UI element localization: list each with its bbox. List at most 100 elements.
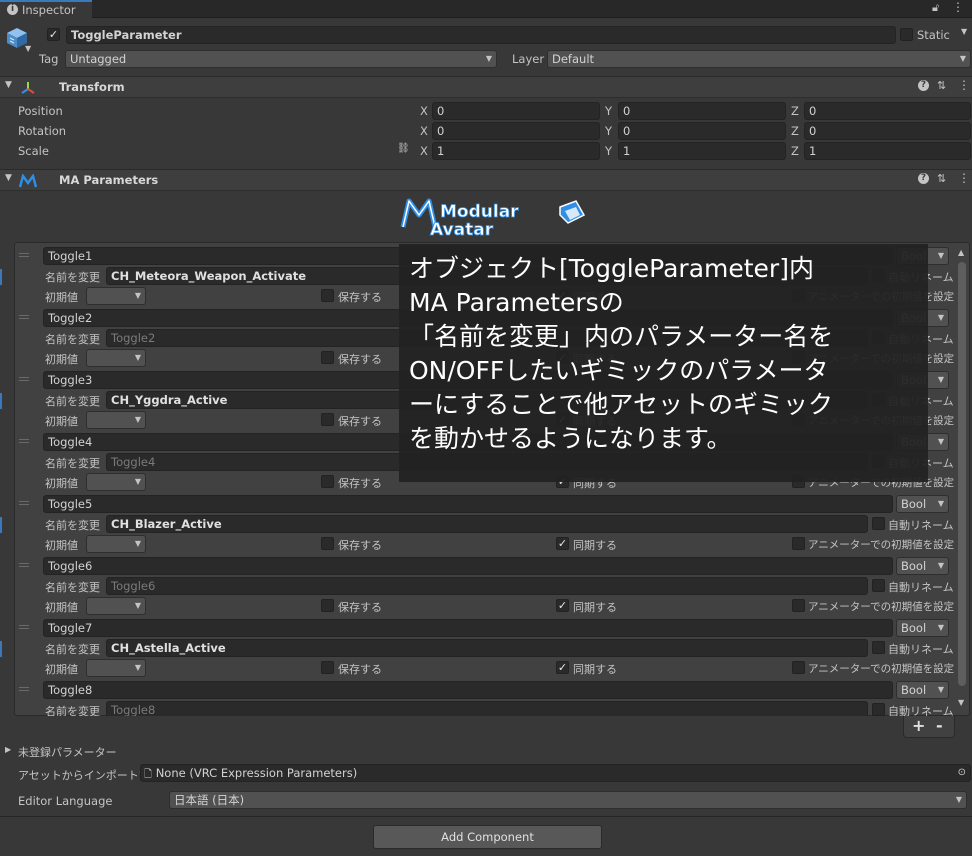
initial-value-dropdown[interactable]: ▼: [86, 659, 146, 677]
scale-x-field[interactable]: 1: [432, 142, 600, 160]
rename-field[interactable]: Toggle8: [106, 701, 868, 716]
component-menu-icon[interactable]: ⋮: [958, 171, 970, 185]
rename-field[interactable]: CH_Blazer_Active: [106, 515, 868, 533]
auto-rename-checkbox[interactable]: [872, 641, 885, 654]
saved-checkbox[interactable]: [321, 413, 334, 426]
saved-checkbox[interactable]: [321, 289, 334, 302]
modular-avatar-icon: [18, 173, 38, 188]
parameter-name-field[interactable]: Toggle7: [43, 619, 893, 637]
rotation-x-field[interactable]: 0: [432, 122, 600, 140]
rename-field[interactable]: CH_Astella_Active: [106, 639, 868, 657]
axis-y-label[interactable]: Y: [605, 104, 612, 118]
rename-field[interactable]: Toggle6: [106, 577, 868, 595]
synced-checkbox[interactable]: ✓: [556, 661, 569, 674]
parameter-type-dropdown[interactable]: Bool▼: [896, 495, 949, 513]
auto-rename-checkbox[interactable]: [872, 517, 885, 530]
parameter-name-field[interactable]: Toggle5: [43, 495, 893, 513]
language-dropdown[interactable]: 日本語 (日本) ▼: [169, 791, 967, 809]
axis-x-label[interactable]: X: [420, 144, 428, 158]
saved-checkbox[interactable]: [321, 661, 334, 674]
scale-z-field[interactable]: 1: [804, 142, 971, 160]
icon-dropdown-arrow[interactable]: ▼: [25, 44, 31, 53]
parameter-type-dropdown[interactable]: Bool▼: [896, 619, 949, 637]
active-checkbox[interactable]: ✓: [47, 28, 60, 41]
object-picker-icon[interactable]: ⊙: [958, 765, 966, 781]
layer-dropdown[interactable]: Default ▼: [547, 50, 971, 68]
animator-default-checkbox[interactable]: [792, 599, 805, 612]
drag-handle-icon[interactable]: [19, 253, 29, 257]
rotation-z-field[interactable]: 0: [804, 122, 971, 140]
constrain-proportions-icon[interactable]: ⛓︎: [397, 143, 410, 154]
transform-title: Transform: [59, 80, 125, 94]
foldout-arrow-icon[interactable]: ▶: [5, 745, 11, 754]
initial-value-dropdown[interactable]: ▼: [86, 473, 146, 491]
auto-rename-checkbox[interactable]: [872, 703, 885, 716]
parameter-type-dropdown[interactable]: Bool▼: [896, 557, 949, 575]
animator-default-checkbox[interactable]: [792, 537, 805, 550]
synced-checkbox[interactable]: ✓: [556, 599, 569, 612]
foldout-arrow-icon[interactable]: ▼: [5, 173, 12, 183]
drag-handle-icon[interactable]: [19, 439, 29, 443]
help-icon[interactable]: ?: [918, 80, 929, 91]
axis-y-label[interactable]: Y: [605, 144, 612, 158]
object-name-field[interactable]: ToggleParameter: [66, 26, 896, 44]
drag-handle-icon[interactable]: [19, 625, 29, 629]
axis-x-label[interactable]: X: [420, 124, 428, 138]
import-object-field[interactable]: 🗋︎ None (VRC Expression Parameters) ⊙: [140, 764, 971, 782]
saved-checkbox[interactable]: [321, 475, 334, 488]
preset-icon[interactable]: ⇅: [937, 172, 946, 185]
component-menu-icon[interactable]: ⋮: [958, 78, 970, 92]
lock-icon[interactable]: 🔓︎: [932, 1, 939, 15]
initial-value-label: 初期値: [45, 291, 78, 304]
auto-rename-label: 自動リネーム: [888, 643, 954, 656]
ma-parameters-title: MA Parameters: [59, 173, 159, 187]
add-component-button[interactable]: Add Component: [373, 825, 602, 849]
remove-parameter-button[interactable]: -: [936, 716, 943, 735]
static-dropdown-arrow[interactable]: ▼: [961, 27, 967, 36]
help-icon[interactable]: ?: [918, 173, 929, 184]
initial-value-dropdown[interactable]: ▼: [86, 287, 146, 305]
ma-parameters-header[interactable]: ▼ MA Parameters ? ⇅ ⋮: [0, 169, 972, 191]
drag-handle-icon[interactable]: [19, 501, 29, 505]
unregistered-params-foldout[interactable]: 未登録パラメーター: [18, 744, 117, 760]
drag-handle-icon[interactable]: [19, 563, 29, 567]
saved-checkbox[interactable]: [321, 351, 334, 364]
add-parameter-button[interactable]: +: [912, 716, 925, 735]
kebab-menu-icon[interactable]: ⋮: [952, 0, 964, 14]
axis-z-label[interactable]: Z: [791, 104, 799, 118]
animator-default-checkbox[interactable]: [792, 661, 805, 674]
saved-checkbox[interactable]: [321, 599, 334, 612]
parameter-name-field[interactable]: Toggle8: [43, 681, 893, 699]
initial-value-dropdown[interactable]: ▼: [86, 597, 146, 615]
position-x-field[interactable]: 0: [432, 102, 600, 120]
static-checkbox[interactable]: [900, 28, 913, 41]
axis-x-label[interactable]: X: [420, 104, 428, 118]
drag-handle-icon[interactable]: [19, 315, 29, 319]
foldout-arrow-icon[interactable]: ▼: [5, 80, 12, 90]
tag-value: Untagged: [70, 52, 127, 66]
position-z-field[interactable]: 0: [804, 102, 971, 120]
rotation-y-field[interactable]: 0: [618, 122, 786, 140]
saved-label: 保存する: [338, 415, 382, 428]
drag-handle-icon[interactable]: [19, 687, 29, 691]
scale-y-field[interactable]: 1: [618, 142, 786, 160]
tab-inspector[interactable]: i Inspector: [0, 0, 92, 19]
axis-z-label[interactable]: Z: [791, 124, 799, 138]
initial-value-dropdown[interactable]: ▼: [86, 349, 146, 367]
parameter-name-field[interactable]: Toggle6: [43, 557, 893, 575]
transform-header[interactable]: ▼ Transform ? ⇅ ⋮: [0, 76, 972, 98]
parameter-type-dropdown[interactable]: Bool▼: [896, 681, 949, 699]
saved-checkbox[interactable]: [321, 537, 334, 550]
layer-value: Default: [552, 52, 595, 66]
axis-y-label[interactable]: Y: [605, 124, 612, 138]
drag-handle-icon[interactable]: [19, 377, 29, 381]
position-y-field[interactable]: 0: [618, 102, 786, 120]
initial-value-dropdown[interactable]: ▼: [86, 535, 146, 553]
rename-label: 名前を変更: [45, 519, 100, 532]
preset-icon[interactable]: ⇅: [937, 79, 946, 92]
synced-checkbox[interactable]: ✓: [556, 537, 569, 550]
tag-dropdown[interactable]: Untagged ▼: [65, 50, 497, 68]
initial-value-dropdown[interactable]: ▼: [86, 411, 146, 429]
axis-z-label[interactable]: Z: [791, 144, 799, 158]
auto-rename-checkbox[interactable]: [872, 579, 885, 592]
